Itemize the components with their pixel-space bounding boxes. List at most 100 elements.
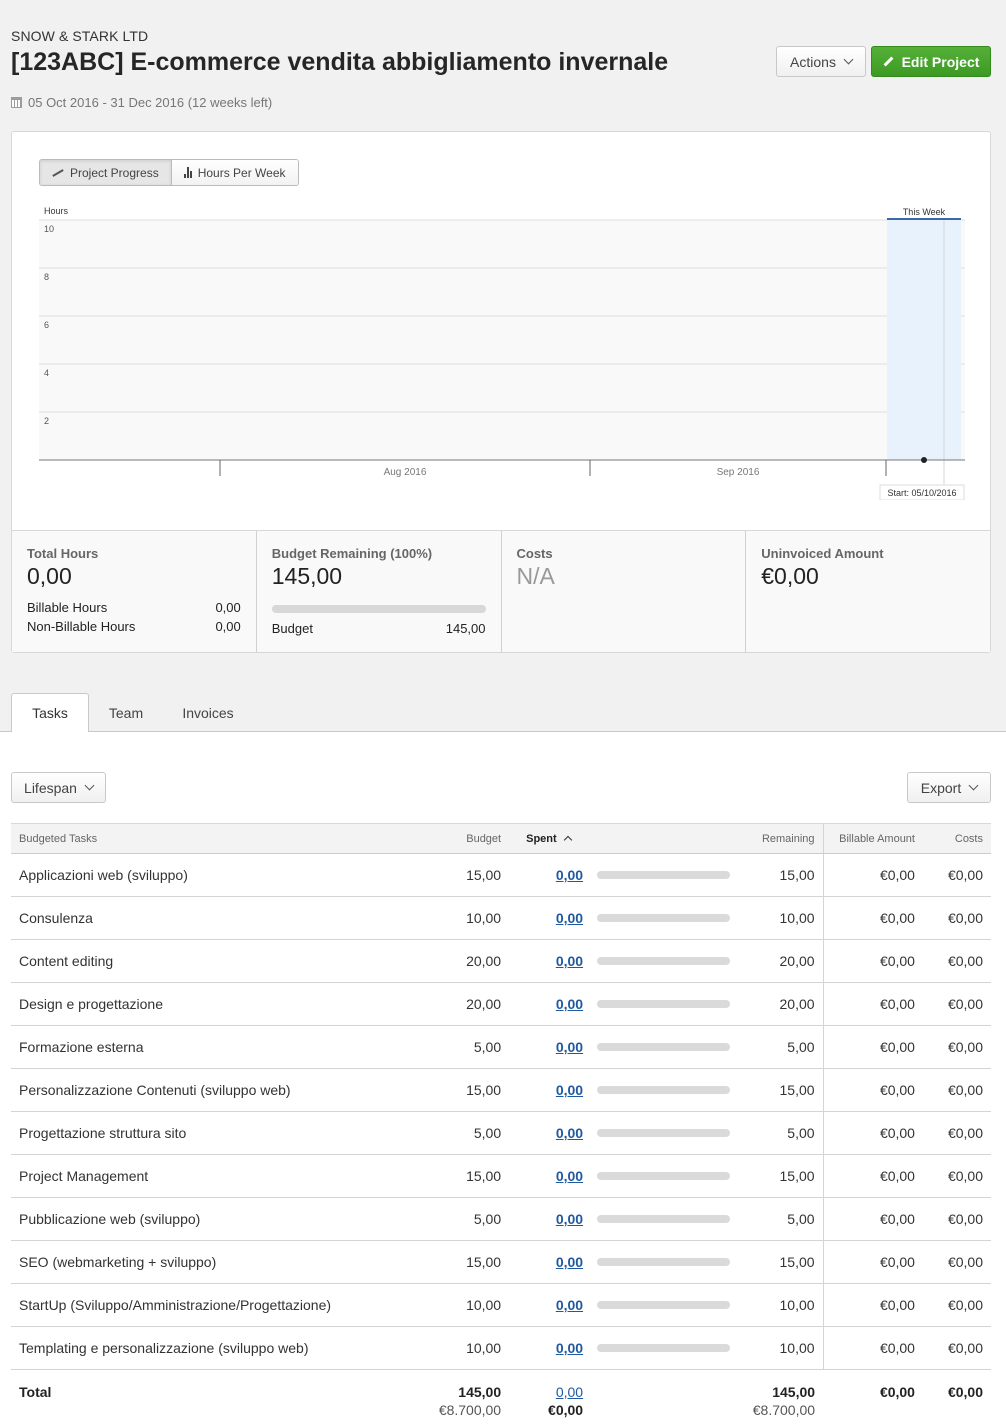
chart-toggle: Project Progress Hours Per Week xyxy=(39,159,299,186)
actions-button[interactable]: Actions xyxy=(776,46,866,77)
total-spent-link[interactable]: 0,00 xyxy=(556,1384,583,1400)
total-remaining: 145,00 €8.700,00 xyxy=(739,1370,823,1424)
table-row: Pubblicazione web (sviluppo) 5,00 0,00 5,00… xyxy=(11,1197,991,1241)
col-header-billable[interactable]: Billable Amount xyxy=(823,823,923,854)
task-spent: 0,00 xyxy=(509,1025,590,1069)
task-name: Formazione esterna xyxy=(11,1025,431,1069)
task-spent: 0,00 xyxy=(509,1326,590,1370)
col-header-remaining[interactable]: Remaining xyxy=(739,823,824,854)
task-billable: €0,00 xyxy=(823,1197,923,1241)
data-point[interactable] xyxy=(921,457,927,463)
task-budget: 5,00 xyxy=(430,1111,510,1155)
task-progress xyxy=(589,939,740,983)
table-row: Progettazione struttura sito 5,00 0,00 5,00… xyxy=(11,1111,991,1155)
export-dropdown[interactable]: Export xyxy=(907,772,991,803)
table-row: Applicazioni web (sviluppo) 15,00 0,00 15,0… xyxy=(11,853,991,897)
task-spent: 0,00 xyxy=(509,1283,590,1327)
edit-project-button[interactable]: Edit Project xyxy=(871,46,991,77)
budget-remaining-label: Budget Remaining (100%) xyxy=(271,546,433,561)
task-progress-bar xyxy=(597,914,731,922)
task-name: Progettazione struttura sito xyxy=(11,1111,431,1155)
task-budget: 15,00 xyxy=(430,1154,510,1198)
table-row: SEO (webmarketing + sviluppo) 15,00 0,00 15… xyxy=(11,1240,991,1284)
edit-project-label: Edit Project xyxy=(901,53,980,70)
task-spent-link[interactable]: 0,00 xyxy=(556,1340,583,1356)
task-spent-link[interactable]: 0,00 xyxy=(556,867,583,883)
line-chart-icon xyxy=(52,168,64,177)
total-budget: 145,00 €8.700,00 xyxy=(431,1370,509,1424)
task-remaining: 5,00 xyxy=(739,1197,824,1241)
hours-per-week-label: Hours Per Week xyxy=(197,165,286,180)
tab-project-progress[interactable]: Project Progress xyxy=(40,160,172,185)
task-spent-link[interactable]: 0,00 xyxy=(556,1082,583,1098)
tab-team[interactable]: Team xyxy=(96,693,156,732)
task-billable: €0,00 xyxy=(823,1025,923,1069)
task-spent-link[interactable]: 0,00 xyxy=(556,910,583,926)
task-remaining: 15,00 xyxy=(739,1240,824,1284)
costs-label: Costs xyxy=(516,546,553,561)
task-billable: €0,00 xyxy=(823,1240,923,1284)
nonbillable-hours-value: 0,00 xyxy=(215,619,241,634)
task-billable: €0,00 xyxy=(823,1326,923,1370)
project-progress-label: Project Progress xyxy=(70,165,159,180)
total-remaining-hours: 145,00 xyxy=(772,1384,816,1400)
start-annotation: Start: 05/10/2016 xyxy=(879,484,965,501)
stat-budget-remaining: Budget Remaining (100%) 145,00 Budget 145… xyxy=(257,531,502,652)
pencil-icon xyxy=(883,56,894,67)
task-progress xyxy=(589,1326,740,1370)
task-spent-link[interactable]: 0,00 xyxy=(556,1039,583,1055)
y-tick-label: 4 xyxy=(44,368,49,378)
task-progress xyxy=(589,1111,740,1155)
task-remaining: 20,00 xyxy=(739,939,824,983)
tasks-content: Lifespan Export Budgeted Tasks Budget Sp… xyxy=(0,732,1006,1428)
task-remaining: 15,00 xyxy=(739,1068,824,1112)
billable-hours-row: Billable Hours 0,00 xyxy=(27,600,241,615)
chevron-down-icon xyxy=(968,780,979,791)
task-budget: 15,00 xyxy=(430,853,510,897)
budget-remaining-value: 145,00 xyxy=(271,563,343,589)
task-billable: €0,00 xyxy=(823,896,923,940)
task-spent-link[interactable]: 0,00 xyxy=(556,996,583,1012)
task-spent-link[interactable]: 0,00 xyxy=(556,1254,583,1270)
task-budget: 20,00 xyxy=(430,939,510,983)
task-spent: 0,00 xyxy=(509,982,590,1026)
stat-total-hours: Total Hours 0,00 Billable Hours 0,00 Non-… xyxy=(12,531,257,652)
uninvoiced-value: €0,00 xyxy=(761,563,819,589)
task-spent-link[interactable]: 0,00 xyxy=(556,1297,583,1313)
client-name: SNOW & STARK LTD xyxy=(11,28,149,44)
this-week-label: This Week xyxy=(903,207,946,217)
budget-progress-bar xyxy=(271,605,486,613)
task-progress xyxy=(589,853,740,897)
export-label: Export xyxy=(920,779,962,796)
col-header-task[interactable]: Budgeted Tasks xyxy=(11,823,431,854)
task-billable: €0,00 xyxy=(823,982,923,1026)
task-spent-link[interactable]: 0,00 xyxy=(556,1168,583,1184)
task-spent-link[interactable]: 0,00 xyxy=(556,1125,583,1141)
col-header-spent[interactable]: Spent xyxy=(509,823,740,854)
task-costs: €0,00 xyxy=(922,1111,991,1155)
task-costs: €0,00 xyxy=(922,1068,991,1112)
task-progress-bar xyxy=(597,1129,731,1137)
task-progress-bar xyxy=(597,1086,731,1094)
lifespan-dropdown[interactable]: Lifespan xyxy=(11,772,106,803)
total-budget-amount: €8.700,00 xyxy=(438,1402,502,1418)
col-header-budget[interactable]: Budget xyxy=(430,823,510,854)
task-spent-link[interactable]: 0,00 xyxy=(556,1211,583,1227)
task-billable: €0,00 xyxy=(823,1111,923,1155)
budget-value: 145,00 xyxy=(445,621,486,636)
task-budget: 10,00 xyxy=(430,1326,510,1370)
task-name: Consulenza xyxy=(11,896,431,940)
task-spent-link[interactable]: 0,00 xyxy=(556,953,583,969)
tab-hours-per-week[interactable]: Hours Per Week xyxy=(171,160,298,185)
task-spent: 0,00 xyxy=(509,1197,590,1241)
nonbillable-hours-row: Non-Billable Hours 0,00 xyxy=(27,619,241,634)
col-header-costs[interactable]: Costs xyxy=(922,823,991,854)
task-remaining: 20,00 xyxy=(739,982,824,1026)
table-row: Formazione esterna 5,00 0,00 5,00 €0,00 €0,00 xyxy=(11,1025,991,1069)
y-tick-label: 10 xyxy=(44,224,54,234)
tab-invoices[interactable]: Invoices xyxy=(170,693,246,732)
total-label: Total xyxy=(19,1384,52,1400)
task-progress-bar xyxy=(597,957,731,965)
tab-tasks[interactable]: Tasks xyxy=(11,693,89,733)
task-name: Templating e personalizzazione (sviluppo… xyxy=(11,1326,431,1370)
